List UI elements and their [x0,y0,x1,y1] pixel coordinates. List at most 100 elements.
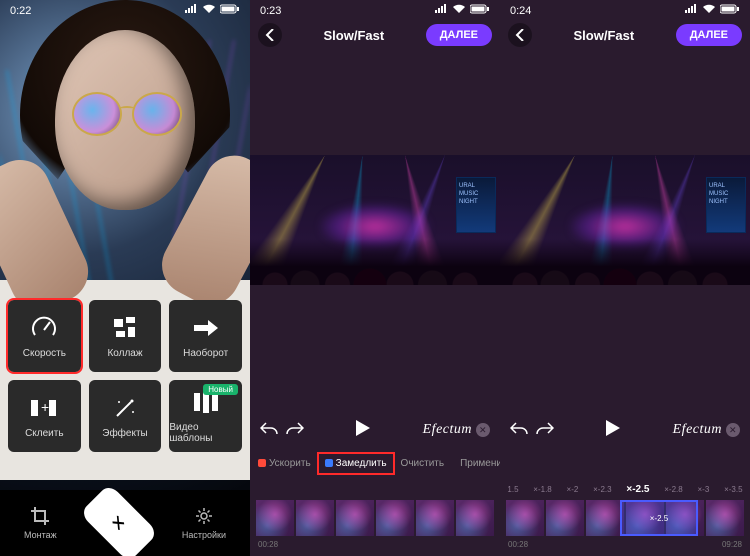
tab-label: Ускорить [269,458,311,469]
plus-red-icon [258,459,266,467]
tile-collage[interactable]: Коллаж [89,300,162,372]
crop-icon [31,507,49,527]
brand-label: Efectum [673,422,722,438]
video-preview[interactable]: URAL MUSIC NIGHT [500,155,750,285]
tile-effects[interactable]: Эффекты [89,380,162,452]
scale-tick: ×-3 [697,485,709,494]
tab-slowdown[interactable]: Замедлить [319,454,393,473]
timeline-thumb [416,500,454,536]
scale-tick: ×-2 [567,485,579,494]
timeline-thumb [586,500,624,536]
new-badge: Новый [203,384,238,395]
speedometer-icon [30,314,58,342]
timeline-thumb [706,500,744,536]
redo-button[interactable] [286,421,304,440]
wifi-icon [702,4,716,17]
hero-photo [0,0,250,556]
arrow-right-icon [192,314,220,342]
close-icon[interactable]: ✕ [476,423,490,437]
timeline-thumb [336,500,374,536]
tile-label: Видео шаблоны [169,422,242,444]
tab-speedup[interactable]: Ускорить [250,458,319,469]
battery-icon [720,4,740,17]
signal-icon [184,4,198,17]
timeline-thumb [256,500,294,536]
timeline-selection[interactable]: ×-2.5 [620,500,698,536]
back-button[interactable] [508,23,532,47]
tile-merge[interactable]: + Склеить [8,380,81,452]
signal-icon [434,4,448,17]
status-time: 0:24 [510,5,531,17]
brand-watermark[interactable]: Efectum ✕ [673,422,740,438]
nav-label: Монтаж [24,530,57,540]
status-icons [184,4,240,17]
timeline-thumb [376,500,414,536]
tab-clear[interactable]: Очистить [393,458,453,469]
plus-icon: + [80,484,159,556]
status-bar: 0:23 [250,0,500,17]
battery-icon [220,4,240,17]
tab-label: Замедлить [336,458,387,469]
play-button[interactable] [356,420,370,441]
redo-button[interactable] [536,421,554,440]
wifi-icon [452,4,466,17]
battery-icon [470,4,490,17]
status-icons [684,4,740,17]
play-button[interactable] [606,420,620,441]
video-preview[interactable]: URAL MUSIC NIGHT [250,155,500,285]
undo-button[interactable] [510,421,528,440]
scale-tick: ×-1.8 [533,485,551,494]
status-bar: 0:24 [500,0,750,17]
tile-speed[interactable]: Скорость [8,300,81,372]
brand-watermark[interactable]: Efectum ✕ [423,422,490,438]
close-icon[interactable]: ✕ [726,423,740,437]
collage-icon [111,314,139,342]
timeline[interactable] [256,500,494,536]
header: Slow/Fast ДАЛЕЕ [500,17,750,53]
next-button[interactable]: ДАЛЕЕ [426,24,492,46]
svg-text:+: + [41,399,49,415]
tab-label: Очистить [401,458,445,469]
tile-label: Наоборот [183,348,228,359]
brand-label: Efectum [423,422,472,438]
tool-grid: Скорость Коллаж Наоборот + Склеить Эффек… [8,300,242,452]
header-title: Slow/Fast [574,28,635,43]
scale-tick: ×-3.5 [724,485,742,494]
bottom-nav: Монтаж + Настройки [0,490,250,556]
scale-tick: 1.5 [507,485,518,494]
status-time: 0:23 [260,5,281,17]
stage-poster: URAL MUSIC NIGHT [456,177,496,233]
timeline-thumb [506,500,544,536]
back-button[interactable] [258,23,282,47]
timeline-thumb [546,500,584,536]
marker-label: ×-2.5 [650,514,668,523]
timeline-start-label: 00:28 [258,540,278,549]
stage-poster: URAL MUSIC NIGHT [706,177,746,233]
merge-icon: + [30,394,58,422]
gear-icon [195,507,213,527]
screen-home: 0:22 Скорость Коллаж Наоборот + [0,0,250,556]
speed-tabs: Ускорить Замедлить Очистить Применить [250,450,500,476]
wand-icon [111,394,139,422]
minus-blue-icon [325,459,333,467]
nav-montage[interactable]: Монтаж [24,507,57,540]
scale-tick: ×-2.8 [664,485,682,494]
signal-icon [684,4,698,17]
status-bar: 0:22 [0,0,250,17]
tile-label: Эффекты [102,428,147,439]
tile-reverse[interactable]: Наоборот [169,300,242,372]
speed-scale[interactable]: 1.5 ×-1.8 ×-2 ×-2.3 ×-2.5 ×-2.8 ×-3 ×-3.… [500,480,750,498]
timeline-thumb [456,500,494,536]
tile-label: Коллаж [107,348,142,359]
playback-row: Efectum ✕ [250,415,500,445]
nav-create[interactable]: + [90,502,148,544]
tile-templates[interactable]: Новый Видео шаблоны [169,380,242,452]
tile-label: Скорость [23,348,66,359]
nav-settings[interactable]: Настройки [182,507,226,540]
timeline-start-label: 00:28 [508,540,528,549]
status-icons [434,4,490,17]
undo-button[interactable] [260,421,278,440]
header-title: Slow/Fast [324,28,385,43]
next-button[interactable]: ДАЛЕЕ [676,24,742,46]
header: Slow/Fast ДАЛЕЕ [250,17,500,53]
